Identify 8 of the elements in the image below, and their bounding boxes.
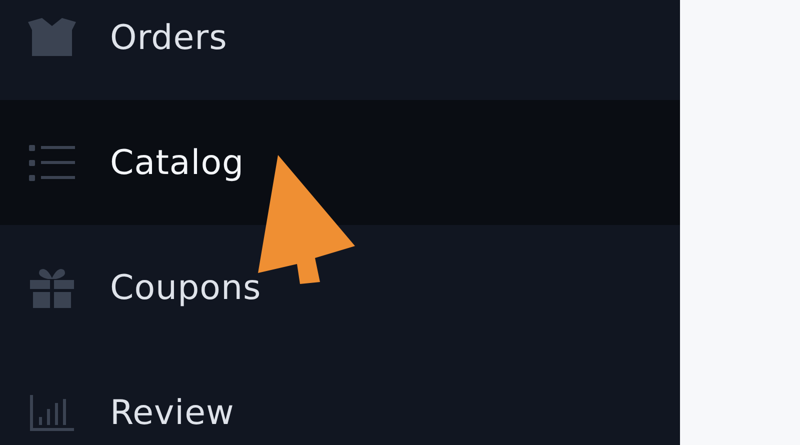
list-icon	[29, 144, 75, 180]
box-icon	[26, 18, 78, 58]
sidebar-item[interactable]: Catalog	[0, 100, 680, 225]
bar-chart-icon	[30, 394, 74, 430]
gift-icon	[30, 268, 74, 308]
sidebar-item[interactable]: Coupons	[0, 225, 680, 350]
sidebar-item[interactable]: Orders	[0, 0, 680, 100]
sidebar-item[interactable]: Review	[0, 350, 680, 445]
